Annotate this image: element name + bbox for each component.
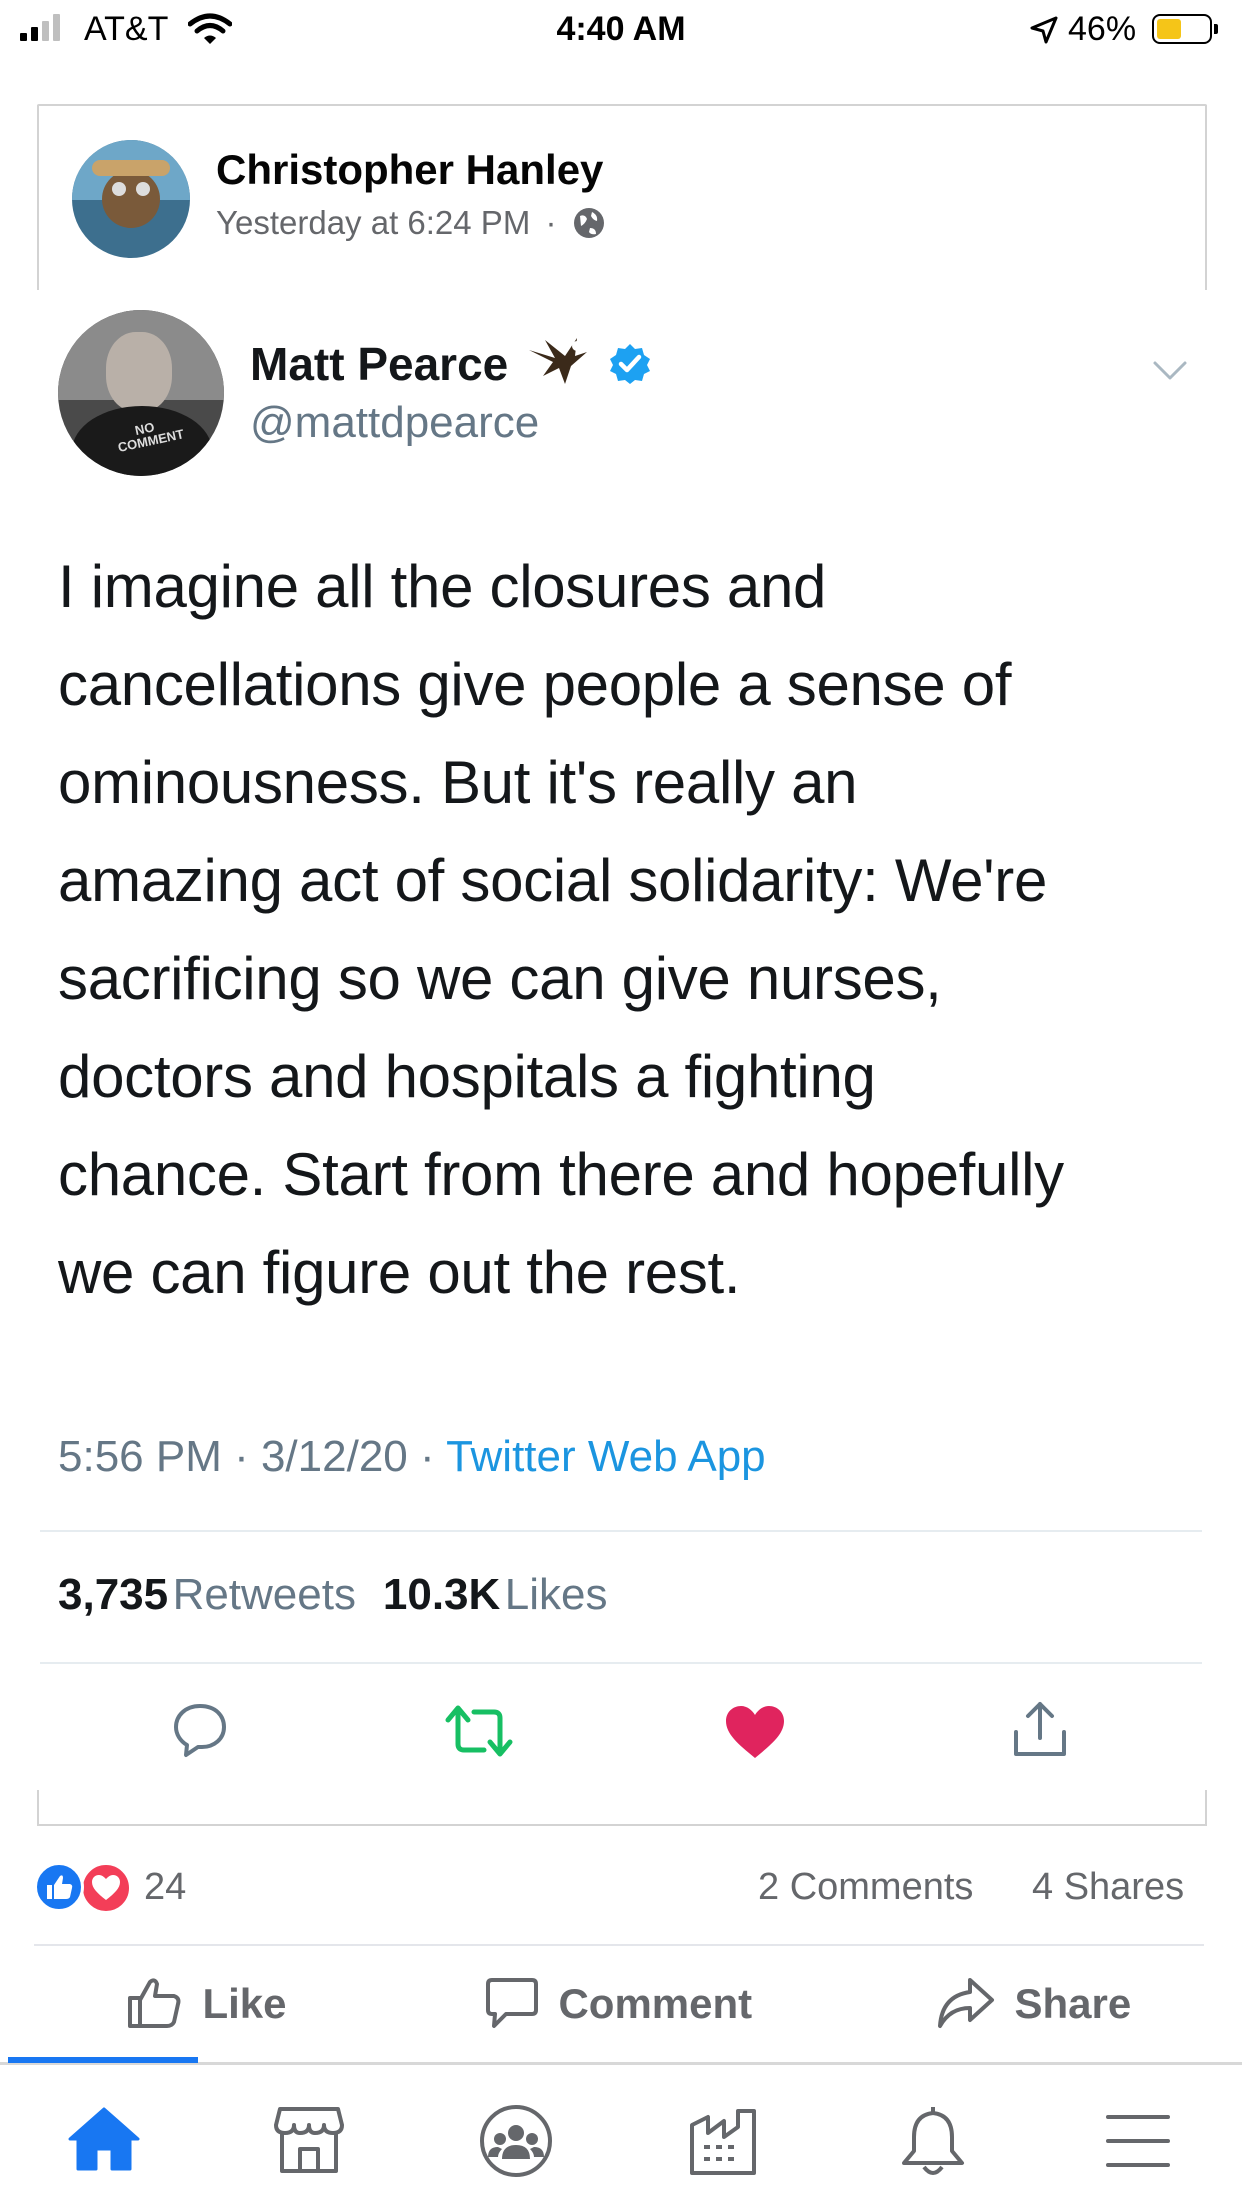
active-tab-indicator [8, 2057, 198, 2063]
tweet-line: I imagine all the closures and [58, 553, 827, 620]
post-meta: Yesterday at 6:24 PM · [216, 204, 606, 242]
like-label[interactable]: Likes [505, 1570, 608, 1619]
retweet-icon[interactable] [444, 1702, 514, 1760]
retweet-count[interactable]: 3,735 [58, 1570, 168, 1619]
chevron-down-icon[interactable] [1152, 360, 1188, 382]
meta-separator: · [545, 204, 557, 241]
tweet-timestamp-row: 5:56 PM · 3/12/20 · Twitter Web App [58, 1432, 766, 1482]
thumbs-up-icon [128, 1978, 181, 2028]
tweet-line: doctors and hospitals a fighting [58, 1043, 876, 1110]
comments-count[interactable]: 2 Comments [758, 1866, 973, 1909]
share-upload-icon[interactable] [1008, 1698, 1072, 1762]
home-icon[interactable] [66, 2105, 142, 2173]
eagle-emoji-icon [529, 338, 588, 384]
like-count[interactable]: 10.3K [383, 1570, 500, 1619]
tweet-line: chance. Start from there and hopefully [58, 1141, 1064, 1208]
tweet-handle[interactable]: @mattdpearce [250, 398, 539, 448]
share-button[interactable]: Share [936, 1976, 1131, 2036]
divider [40, 1662, 1202, 1664]
bottom-nav [0, 2057, 1242, 2211]
tweet-text: I imagine all the closures and cancellat… [58, 538, 1208, 1322]
embedded-tweet[interactable]: NO COMMENT Matt Pearce @mattdpearce I im… [0, 290, 1242, 1790]
comment-icon [486, 1978, 538, 2028]
post-author[interactable]: Christopher Hanley [216, 146, 603, 194]
tweet-line: we can figure out the rest. [58, 1239, 741, 1306]
battery-percent: 46% [1068, 10, 1137, 48]
tweet-stats: 3,735 Retweets 10.3K Likes [58, 1570, 607, 1620]
status-bar: AT&T 4:40 AM 46% [0, 0, 1242, 64]
tweet-line: ominousness. But it's really an [58, 749, 858, 816]
love-reaction-icon[interactable] [80, 1862, 132, 1914]
like-button[interactable]: Like [126, 1976, 287, 2036]
tweet-source-link[interactable]: Twitter Web App [446, 1432, 766, 1481]
tweet-author-row: Matt Pearce [250, 332, 652, 391]
tweet-line: amazing act of social solidarity: We're [58, 847, 1048, 914]
like-button-label: Like [202, 1980, 287, 2027]
menu-icon[interactable] [1104, 2113, 1172, 2169]
share-arrow-icon [938, 1978, 994, 2028]
comment-button-label: Comment [558, 1980, 753, 2027]
avatar[interactable] [72, 140, 190, 258]
verified-badge-icon [609, 344, 650, 384]
tweet-timestamp[interactable]: 5:56 PM · 3/12/20 · [58, 1432, 446, 1481]
notifications-icon[interactable] [898, 2103, 968, 2179]
heart-icon[interactable] [724, 1704, 786, 1760]
reaction-count[interactable]: 24 [144, 1866, 186, 1909]
location-arrow-icon [1030, 16, 1058, 44]
post-card [37, 104, 1207, 296]
comment-button[interactable]: Comment [484, 1976, 752, 2036]
tweet-line: cancellations give people a sense of [58, 651, 1012, 718]
battery-icon [1152, 14, 1218, 44]
like-reaction-icon[interactable] [34, 1862, 84, 1912]
pages-icon[interactable] [688, 2107, 760, 2177]
tweet-author-name[interactable]: Matt Pearce [250, 338, 508, 390]
tweet-line: sacrificing so we can give nurses, [58, 945, 942, 1012]
post-timestamp[interactable]: Yesterday at 6:24 PM [216, 204, 530, 241]
marketplace-icon[interactable] [272, 2105, 346, 2175]
tweet-avatar[interactable]: NO COMMENT [58, 310, 224, 476]
divider [40, 1530, 1202, 1532]
post-card-bottom [37, 1790, 1207, 1826]
shares-count[interactable]: 4 Shares [1032, 1866, 1184, 1909]
retweet-label[interactable]: Retweets [173, 1570, 356, 1619]
globe-icon [573, 208, 604, 238]
share-button-label: Share [1014, 1980, 1132, 2027]
reply-icon[interactable] [170, 1700, 230, 1760]
divider [34, 1944, 1204, 1946]
groups-icon[interactable] [478, 2103, 554, 2179]
